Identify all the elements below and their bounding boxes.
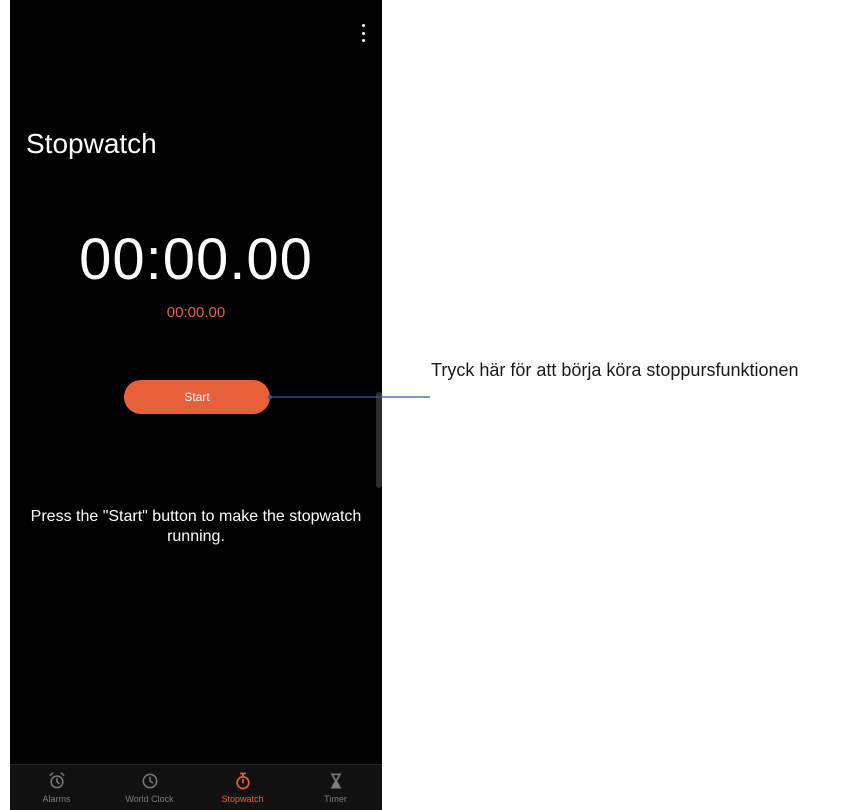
- nav-item-alarms[interactable]: Alarms: [10, 765, 103, 810]
- start-button[interactable]: Start: [124, 380, 270, 414]
- alarm-icon: [49, 772, 64, 789]
- hourglass-icon: [330, 773, 341, 789]
- nav-label: Stopwatch: [221, 794, 264, 804]
- side-scroll-handle[interactable]: [376, 392, 382, 488]
- page-title: Stopwatch: [26, 128, 157, 159]
- nav-item-stopwatch[interactable]: Stopwatch: [196, 765, 289, 810]
- nav-label: Timer: [324, 794, 347, 804]
- nav-item-timer[interactable]: Timer: [289, 765, 382, 810]
- hint-text: Press the "Start" button to make the sto…: [30, 508, 362, 545]
- callout-text: Tryck här för att börja köra stoppursfun…: [431, 360, 799, 380]
- lap-time: 00:00.00: [166, 304, 226, 321]
- phone-screen: Stopwatch 00:00.00 00:00.00 Start Press …: [10, 0, 382, 810]
- nav-item-world-clock[interactable]: World Clock: [103, 765, 196, 810]
- clock-icon: [142, 773, 157, 789]
- nav-label: Alarms: [42, 794, 71, 804]
- stopwatch-time: 00:00.00: [79, 227, 313, 292]
- nav-label: World Clock: [125, 794, 174, 804]
- stopwatch-icon: [235, 772, 250, 790]
- bottom-navigation: Alarms World Clock Stopwatch Timer: [10, 764, 382, 810]
- more-options-icon[interactable]: [358, 24, 368, 42]
